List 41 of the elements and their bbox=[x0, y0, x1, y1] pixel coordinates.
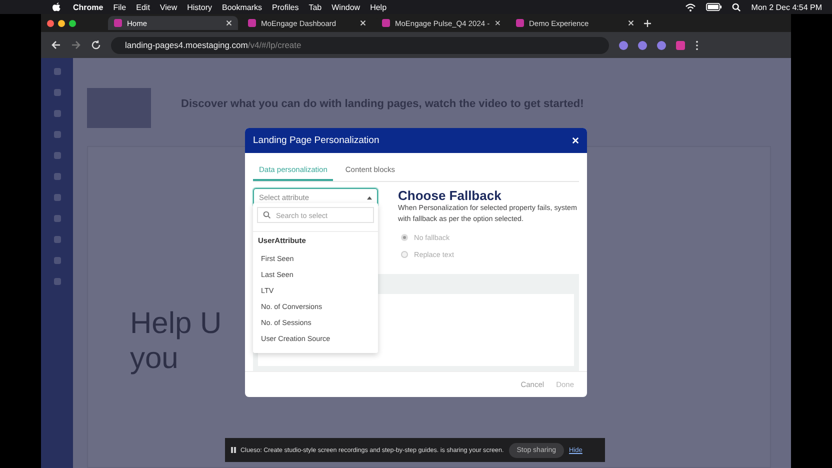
menubar-clock: Mon 2 Dec 4:54 PM bbox=[751, 2, 822, 12]
menu-item[interactable]: View bbox=[160, 2, 178, 12]
menu-item[interactable]: Window bbox=[332, 2, 360, 12]
apple-logo-icon[interactable] bbox=[52, 2, 61, 12]
wifi-icon[interactable] bbox=[685, 2, 696, 12]
forward-icon[interactable] bbox=[71, 40, 81, 50]
extension-icon[interactable] bbox=[619, 40, 628, 50]
dialog-title: Landing Page Personalization bbox=[253, 135, 380, 146]
favicon-icon bbox=[114, 19, 122, 27]
search-icon[interactable] bbox=[732, 2, 742, 12]
extension-icon[interactable] bbox=[638, 40, 647, 50]
menu-item[interactable]: File bbox=[113, 2, 126, 12]
close-icon[interactable] bbox=[628, 20, 634, 26]
close-icon[interactable] bbox=[226, 20, 232, 26]
battery-icon[interactable] bbox=[706, 3, 722, 11]
extension-icon[interactable] bbox=[657, 40, 666, 50]
reload-icon[interactable] bbox=[91, 40, 101, 50]
favicon-icon bbox=[382, 19, 390, 27]
menu-item[interactable]: History bbox=[187, 2, 212, 12]
back-icon[interactable] bbox=[51, 40, 61, 50]
caret-icon bbox=[367, 196, 372, 200]
menu-item[interactable]: Profiles bbox=[272, 2, 299, 12]
favicon-icon bbox=[516, 19, 524, 27]
menu-item[interactable]: Edit bbox=[136, 2, 150, 12]
menu-item[interactable]: Chrome bbox=[73, 2, 104, 12]
extension-icon[interactable] bbox=[676, 40, 685, 50]
kebab-menu-icon[interactable] bbox=[695, 40, 699, 50]
close-icon[interactable] bbox=[360, 20, 366, 26]
menu-item[interactable]: Tab bbox=[308, 2, 322, 12]
hero-heading: Help U bbox=[130, 307, 222, 342]
search-icon bbox=[263, 211, 271, 219]
menu-item[interactable]: Help bbox=[370, 2, 387, 12]
window-controls-icon[interactable] bbox=[47, 20, 76, 26]
new-tab-icon[interactable] bbox=[644, 20, 651, 26]
hero-heading: you bbox=[130, 342, 178, 376]
favicon-icon bbox=[248, 19, 256, 27]
pause-icon[interactable] bbox=[231, 447, 236, 453]
menu-item[interactable]: Bookmarks bbox=[222, 2, 262, 12]
address-bar[interactable]: landing-pages4.moestaging.com/v4/#/lp/create bbox=[111, 36, 609, 54]
fallback-heading: Choose Fallback bbox=[398, 188, 502, 203]
close-icon[interactable] bbox=[494, 20, 500, 26]
